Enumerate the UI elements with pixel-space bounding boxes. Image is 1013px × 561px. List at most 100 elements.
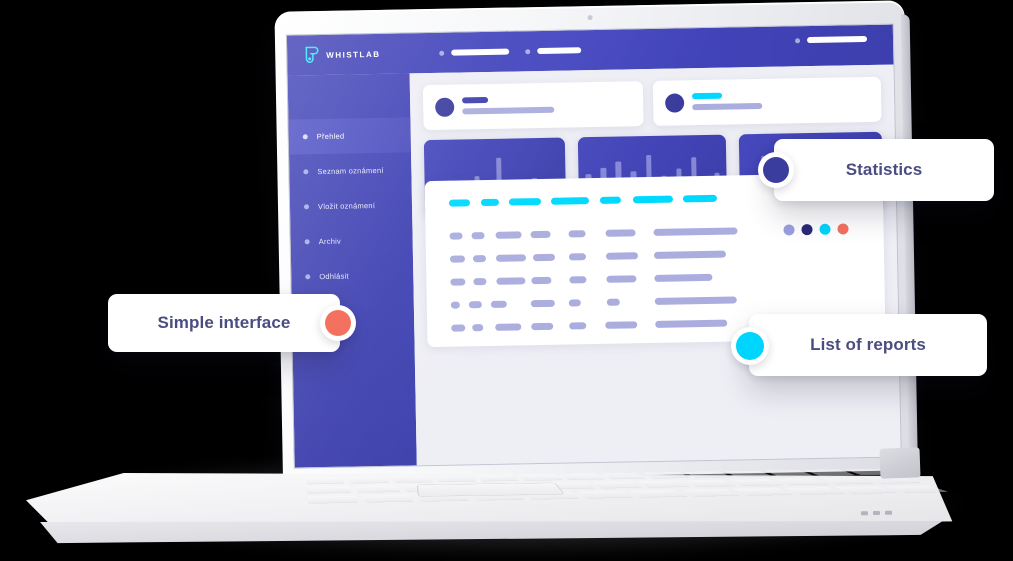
cell [495,323,522,331]
sidebar-item-label: Odhlásit [319,271,349,282]
sidebar-item-odhlasit[interactable]: Odhlásit [291,257,414,294]
status-dot [819,223,831,235]
status-dot [783,224,795,236]
bullet-icon [302,134,308,140]
topbar-item-2[interactable] [525,47,582,55]
cell [606,298,620,306]
column-header [550,197,590,205]
info-card-title-bar [692,92,723,100]
laptop-screen: WHISTLAB Přehled Seznam oznámení Vložit … [286,24,901,468]
cell [531,322,554,331]
main-content [409,64,901,466]
cell [472,255,487,263]
sidebar: Přehled Seznam oznámení Vložit oznámení [287,73,417,468]
cell [473,278,487,286]
info-card-right[interactable] [652,76,882,126]
sidebar-item-label: Přehled [316,131,345,142]
cell [532,253,556,262]
info-card-sub-bar [462,106,555,115]
cell [569,322,587,330]
brand-name: WHISTLAB [326,49,381,60]
sidebar-item-seznam-oznameni[interactable]: Seznam oznámení [289,152,412,189]
dot-icon [795,37,801,43]
cell [605,229,636,237]
topbar-item-1[interactable] [439,48,510,56]
cell [468,301,482,309]
webcam-icon [587,15,593,21]
column-header [632,195,674,204]
cell [530,299,555,308]
cell [496,277,526,285]
cell [605,252,639,260]
column-header [508,197,542,206]
bullet-icon [303,169,309,175]
callout-list-of-reports[interactable]: List of reports [731,314,987,376]
cell [495,254,527,262]
column-header [448,199,471,207]
cell-wide [655,319,728,328]
cell [490,300,507,308]
whistle-logo-icon [305,46,319,63]
trackpad[interactable] [418,483,564,497]
hinge [879,447,921,479]
callout-dot [758,152,794,188]
status-dots[interactable] [783,223,849,236]
laptop-lid: WHISTLAB Přehled Seznam oznámení Vložit … [274,0,918,482]
brand[interactable]: WHISTLAB [303,45,381,64]
cell [568,253,587,261]
cell [530,230,551,239]
info-card-sub-bar [692,102,763,111]
laptop-base [6,455,1006,555]
cell [450,278,466,286]
sidebar-item-label: Seznam oznámení [317,165,384,177]
info-card-left[interactable] [422,81,644,131]
avatar [665,93,685,113]
cell [606,275,637,283]
sidebar-item-label: Archiv [318,236,342,247]
cell [450,301,460,309]
callout-dot [320,305,356,341]
base-front-edge [40,521,943,544]
cell [569,276,587,284]
cell [531,276,552,285]
topbar-pill [806,35,868,44]
cell [495,231,522,239]
sidebar-item-label: Vložit oznámení [317,201,376,212]
cell [449,232,463,240]
topbar-item-3[interactable] [795,35,868,44]
sidebar-menu: Přehled Seznam oznámení Vložit oznámení [288,117,413,294]
cell-wide [653,227,738,236]
cell [471,232,485,240]
callout-statistics[interactable]: Statistics [758,139,994,201]
dot-icon [525,48,531,54]
info-card-title-bar [462,96,489,104]
callout-simple-interface[interactable]: Simple interface [108,294,356,352]
laptop: WHISTLAB Přehled Seznam oznámení Vložit … [0,0,1013,561]
column-header [480,198,500,207]
sidebar-item-archiv[interactable]: Archiv [290,222,413,259]
sidebar-item-vlozit-oznameni[interactable]: Vložit oznámení [290,187,413,224]
cell [449,255,466,263]
callout-label: Statistics [845,160,923,179]
cell-wide [654,273,713,282]
cell [568,230,586,238]
sidebar-item-prehled[interactable]: Přehled [288,117,412,155]
bullet-icon [304,239,310,245]
status-dot [801,224,813,236]
cell [568,299,581,307]
column-header [599,196,622,204]
cell [605,321,638,329]
cell [451,324,466,332]
callout-dot [731,327,769,365]
bullet-icon [305,274,311,280]
cell [472,324,484,332]
topbar-pill [537,47,582,55]
column-header [682,194,717,203]
laptop-mockup-scene: WHISTLAB Přehled Seznam oznámení Vložit … [0,0,1013,561]
cell-wide [654,296,737,305]
status-dot [837,223,849,235]
cell-wide [653,250,727,259]
avatar [435,97,455,117]
bullet-icon [303,204,310,210]
dot-icon [439,50,445,56]
